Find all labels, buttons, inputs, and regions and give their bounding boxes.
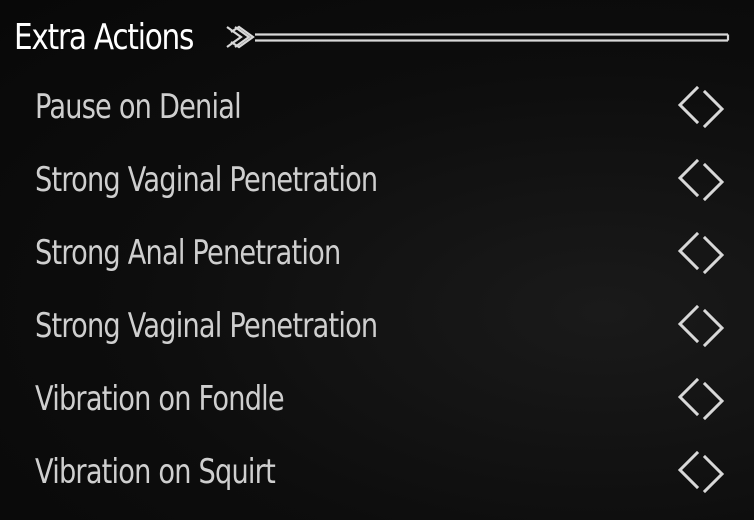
option-label: Strong Vaginal Penetration (35, 305, 378, 346)
option-row-vibration-on-squirt[interactable]: Vibration on Squirt (0, 435, 754, 508)
option-row-vibration-on-fondle[interactable]: Vibration on Fondle (0, 362, 754, 435)
option-label: Vibration on Fondle (35, 378, 285, 419)
empty-diamond-icon[interactable] (676, 155, 726, 205)
section-header: Extra Actions (14, 8, 734, 66)
empty-diamond-icon[interactable] (676, 82, 726, 132)
empty-diamond-icon[interactable] (676, 228, 726, 278)
option-label: Pause on Denial (35, 86, 242, 127)
empty-diamond-icon[interactable] (676, 374, 726, 424)
section-title: Extra Actions (14, 16, 194, 58)
option-label: Strong Vaginal Penetration (35, 159, 378, 200)
option-label: Vibration on Squirt (35, 451, 276, 492)
empty-diamond-icon[interactable] (676, 447, 726, 497)
option-label: Strong Anal Penetration (35, 232, 341, 273)
mcm-options-panel: Extra Actions Pause on Denial Strong Vag… (0, 0, 754, 520)
option-row-strong-vaginal-penetration-2[interactable]: Strong Vaginal Penetration (0, 289, 754, 362)
knot-line-ornament-icon (225, 22, 734, 52)
option-row-pause-on-denial[interactable]: Pause on Denial (0, 70, 754, 143)
empty-diamond-icon[interactable] (676, 301, 726, 351)
option-row-strong-vaginal-penetration[interactable]: Strong Vaginal Penetration (0, 143, 754, 216)
option-list: Pause on Denial Strong Vaginal Penetrati… (0, 70, 754, 508)
option-row-strong-anal-penetration[interactable]: Strong Anal Penetration (0, 216, 754, 289)
